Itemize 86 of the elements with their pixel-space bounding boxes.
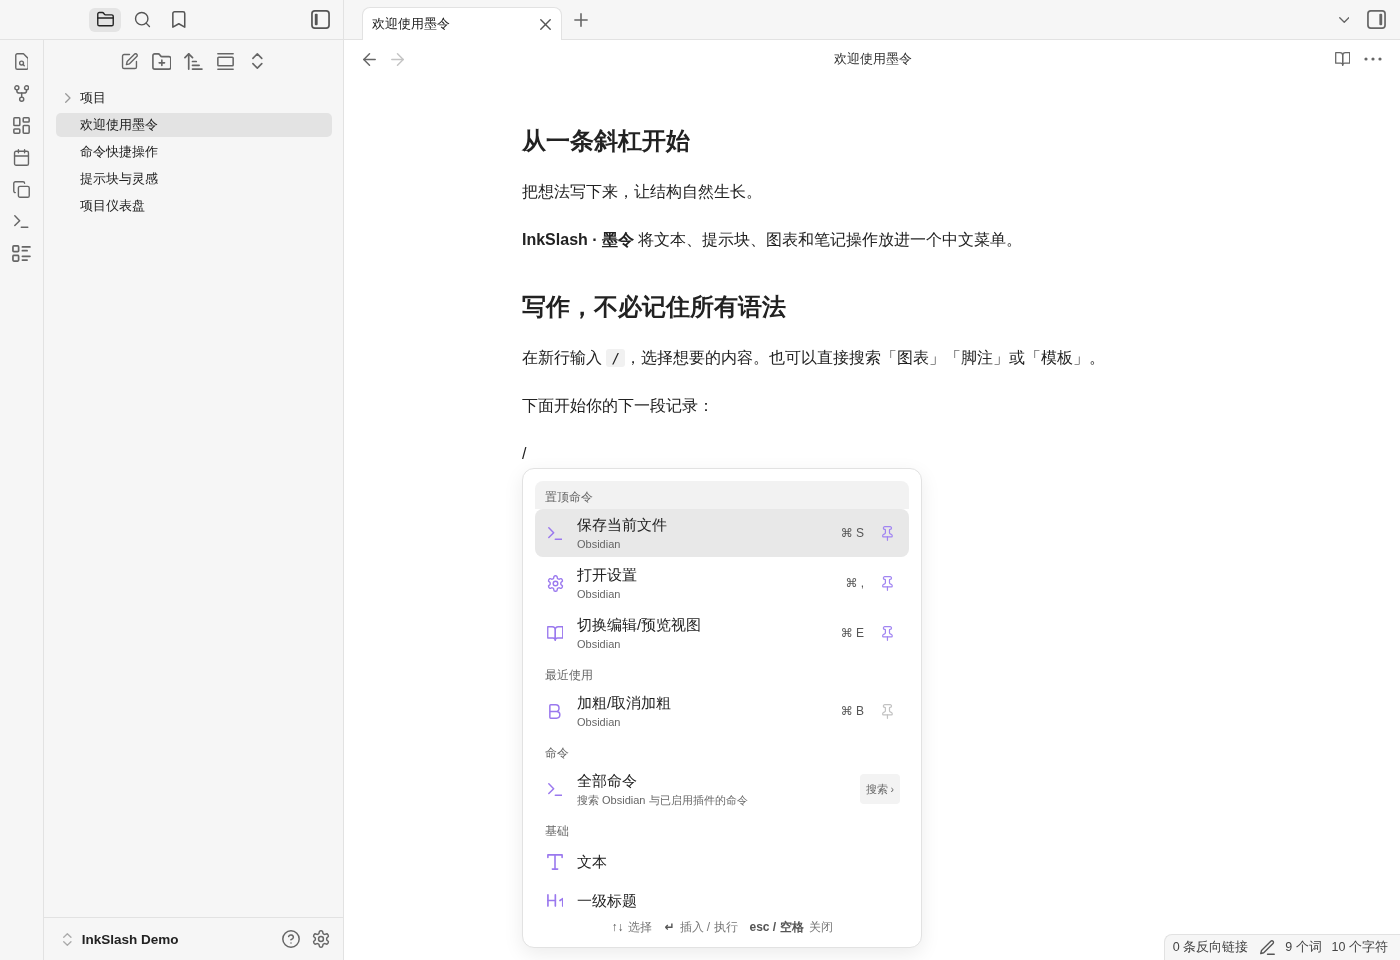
shortcut-text: ⌘ S — [840, 525, 865, 542]
plus-icon[interactable] — [574, 13, 588, 27]
sort-icon[interactable] — [184, 52, 203, 70]
paragraph: 把想法写下来，让结构自然生长。 — [522, 182, 763, 202]
menu-item[interactable]: 切换编辑/预览视图 Obsidian ⌘ E — [535, 609, 909, 657]
heading-icon — [546, 894, 564, 907]
tab[interactable]: 欢迎使用墨令 — [362, 7, 562, 40]
menu-item[interactable]: 文本 — [535, 843, 909, 880]
layout-icon[interactable] — [217, 52, 234, 70]
terminal-icon[interactable] — [14, 214, 29, 228]
file-item[interactable]: 提示块与灵感 — [56, 167, 332, 191]
settings-icon[interactable] — [312, 930, 330, 948]
shortcut-text: ⌘ , — [845, 575, 865, 592]
close-icon[interactable] — [540, 18, 551, 30]
pencil-icon[interactable] — [1260, 940, 1276, 955]
chevron-down-icon[interactable] — [1338, 16, 1349, 23]
menu-item[interactable]: 打开设置 Obsidian ⌘ , — [535, 559, 909, 607]
menu-item[interactable]: 保存当前文件 Obsidian ⌘ S — [535, 509, 909, 557]
note-title: 欢迎使用墨令 — [833, 50, 912, 68]
files-tab[interactable] — [89, 7, 121, 32]
more-icon[interactable] — [1364, 57, 1382, 61]
hint-label: 关闭 — [808, 919, 833, 936]
pin-icon[interactable] — [882, 625, 893, 641]
hint-tag: 搜索 › — [859, 774, 900, 804]
heading: 写作，不必记住所有语法 — [522, 292, 787, 322]
file-item[interactable]: 命令快捷操作 — [56, 140, 332, 164]
shortcut-text: ⌘ B — [840, 703, 865, 720]
command-source: Obsidian — [577, 536, 622, 552]
sidebar-toggle-icon[interactable] — [311, 10, 330, 29]
new-note-icon[interactable] — [121, 52, 138, 70]
vault-name[interactable]: InkSlash Demo — [81, 931, 179, 947]
command-title: 加粗/取消加粗 — [577, 692, 673, 713]
chevron-right-icon[interactable] — [65, 93, 71, 103]
back-icon[interactable] — [363, 52, 376, 66]
backlinks-count[interactable]: 0 条反向链接 — [1172, 939, 1249, 956]
settings-icon — [546, 574, 564, 592]
section-header: 置顶命令 — [535, 481, 909, 509]
command-title: 打开设置 — [577, 564, 638, 585]
hint-label: 插入 / 执行 — [679, 919, 738, 936]
file-item[interactable]: 项目仪表盘 — [56, 194, 332, 218]
menu-item[interactable]: 全部命令 搜索 Obsidian 与已启用插件的命令 搜索 › — [535, 765, 909, 813]
section-header: 基础 — [544, 823, 570, 840]
folder-item[interactable]: 项目 — [56, 86, 332, 110]
book-icon[interactable] — [1334, 52, 1350, 66]
paragraph: 下面开始你的下一段记录： — [522, 396, 715, 416]
command-title: 全部命令 — [577, 770, 638, 791]
paragraph: InkSlash · 墨令 将文本、提示块、图表和笔记操作放进一个中文菜单。 — [522, 230, 1024, 250]
calendar-icon[interactable] — [13, 148, 30, 166]
search-icon — [133, 11, 151, 28]
new-folder-icon[interactable] — [151, 52, 172, 70]
shortcut-text: ⌘ E — [840, 625, 865, 642]
command-source: Obsidian — [577, 714, 622, 730]
help-icon[interactable] — [282, 930, 300, 948]
file-search-icon[interactable] — [14, 52, 29, 70]
menu-item[interactable]: 加粗/取消加粗 Obsidian ⌘ B — [535, 687, 909, 735]
command-title: 一级标题 — [577, 890, 638, 911]
sidebar-toggle-icon[interactable] — [1367, 10, 1386, 29]
folder-icon — [96, 11, 114, 28]
heading: 从一条斜杠开始 — [522, 126, 691, 156]
terminal-icon — [547, 526, 563, 540]
dashboard-icon[interactable] — [13, 116, 30, 134]
command-source: Obsidian — [577, 586, 622, 602]
command-title: 切换编辑/预览视图 — [577, 614, 703, 635]
file-item[interactable]: 欢迎使用墨令 — [56, 113, 332, 137]
command-source: Obsidian — [577, 636, 622, 652]
switcher-icon[interactable] — [63, 932, 72, 946]
command-source: 搜索 Obsidian 与已启用插件的命令 — [577, 792, 749, 808]
type-icon — [547, 853, 563, 870]
character-count: 10 个字符 — [1331, 939, 1388, 956]
bookmark-icon — [172, 11, 186, 28]
paragraph: 在新行输入 / ，选择想要的内容。也可以直接搜索「图表」「脚注」或「模板」。 — [522, 348, 1106, 369]
expand-collapse-icon[interactable] — [252, 53, 263, 69]
branch-icon[interactable] — [13, 84, 30, 102]
section-header: 命令 — [544, 745, 570, 762]
terminal-icon — [547, 782, 563, 796]
section-header: 最近使用 — [544, 667, 594, 684]
copy-icon[interactable] — [13, 180, 30, 198]
hint-label: 选择 — [628, 919, 653, 936]
word-count: 9 个词 — [1285, 939, 1322, 956]
typed-text: / — [522, 444, 527, 464]
command-title: 保存当前文件 — [577, 514, 668, 535]
list-icon[interactable] — [12, 244, 31, 262]
pin-icon[interactable] — [882, 575, 893, 591]
bold-icon — [549, 703, 561, 719]
book-icon — [546, 625, 564, 641]
command-title: 文本 — [577, 851, 608, 872]
